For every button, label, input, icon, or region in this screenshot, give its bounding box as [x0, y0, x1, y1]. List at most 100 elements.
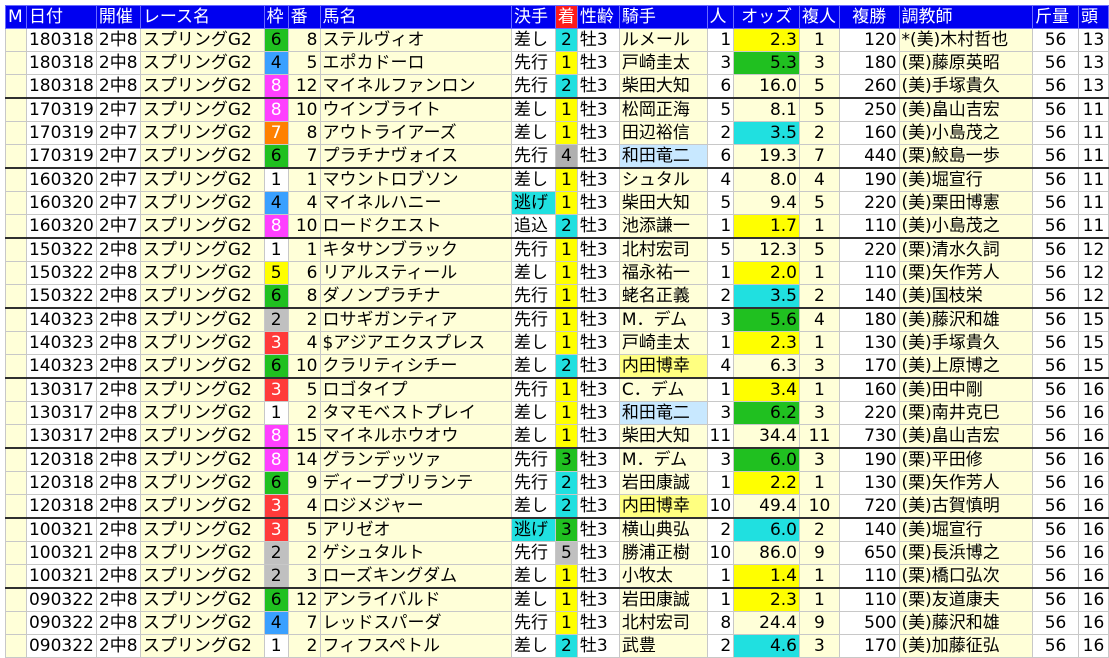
col-header-m[interactable]: M	[5, 5, 27, 29]
horse-name-cell: グランデッツァ	[319, 447, 513, 472]
fukusho-cell: 650	[838, 541, 900, 565]
jockey-cell: 戸崎圭太	[618, 331, 708, 355]
chaku-cell: 1	[554, 307, 578, 332]
kinryo-cell: 56	[1032, 471, 1079, 495]
col-header-seirei[interactable]: 性齢	[576, 5, 620, 29]
table-row[interactable]: 140323 2中8 スプリングG2 2 2 ロサギガンティア 先行 1 牡3 M．デム 3 5.6 4…	[5, 307, 1109, 332]
venue-cell: 2中8	[95, 447, 141, 472]
table-row[interactable]: 100321 2中8 スプリングG2 2 3 ローズキングダム 差し 1 牡3 小牧太 1 1.4 1 1…	[5, 564, 1109, 589]
col-header-venue[interactable]: 開催	[95, 5, 141, 29]
col-header-date[interactable]: 日付	[25, 5, 97, 29]
fukusho-ninki-cell: 3	[798, 354, 840, 379]
tousu-cell: 16	[1077, 401, 1109, 425]
chaku-cell: 1	[554, 51, 578, 75]
kimete-cell: 差し	[511, 121, 556, 145]
kimete-cell: 先行	[511, 307, 556, 332]
col-header-waku[interactable]: 枠	[263, 5, 289, 29]
table-row[interactable]: 090322 2中8 スプリングG2 4 7 レッドスパーダ 先行 1 牡3 北村宏司 8 24.4 9…	[5, 611, 1109, 635]
table-row[interactable]: 160320 2中7 スプリングG2 1 1 マウントロブソン 差し 1 牡3 シュタル 4 8.0 4…	[5, 167, 1109, 192]
horse-name-cell: ダノンプラチナ	[319, 284, 513, 309]
table-row[interactable]: 120318 2中8 スプリングG2 6 9 ディープブリランテ 先行 2 牡3 岩田康誠 1 2.2…	[5, 471, 1109, 495]
ban-cell: 15	[287, 424, 321, 449]
kinryo-cell: 56	[1032, 214, 1079, 239]
table-row[interactable]: 150322 2中8 スプリングG2 1 1 キタサンブラック 先行 1 牡3 北村宏司 5 12.3…	[5, 237, 1109, 262]
waku-cell: 1	[263, 167, 289, 192]
table-row[interactable]: 120318 2中8 スプリングG2 8 14 グランデッツァ 先行 3 牡3 M．デム 3 6.0 3…	[5, 447, 1109, 472]
fukusho-ninki-cell: 1	[798, 564, 840, 589]
table-row[interactable]: 100321 2中8 スプリングG2 3 5 アリゼオ 逃げ 3 牡3 横山典弘 2 6.0 2 140(…	[5, 517, 1109, 542]
horse-name-cell: エポカドーロ	[319, 51, 513, 75]
col-header-tousu[interactable]: 頭	[1077, 5, 1109, 29]
col-header-fukusho[interactable]: 複勝	[838, 5, 900, 29]
seirei-cell: 牡3	[576, 354, 620, 379]
table-row[interactable]: 170319 2中7 スプリングG2 8 10 ウインブライト 差し 1 牡3 松岡正海 5 8.1 5…	[5, 97, 1109, 122]
chaku-cell: 1	[554, 611, 578, 635]
table-row[interactable]: 130317 2中8 スプリングG2 1 2 タマモベストプレイ 差し 1 牡3 和田竜二 3 6.2…	[5, 401, 1109, 425]
ban-cell: 5	[287, 377, 321, 402]
m-cell	[5, 564, 27, 589]
table-row[interactable]: 170319 2中7 スプリングG2 6 7 プラチナヴォイス 先行 4 牡3 和田竜二 6 19.3…	[5, 144, 1109, 169]
kinryo-cell: 56	[1032, 424, 1079, 449]
table-row[interactable]: 140323 2中8 スプリングG2 6 10 クラリティシチー 差し 2 牡3 内田博幸 4 6.3…	[5, 354, 1109, 379]
table-row[interactable]: 160320 2中7 スプリングG2 4 4 マイネルハニー 逃げ 1 牡3 柴田大知 5 9.4 5 2…	[5, 191, 1109, 215]
tousu-cell: 11	[1077, 121, 1109, 145]
m-cell	[5, 74, 27, 99]
col-header-kinryo[interactable]: 斤量	[1032, 5, 1079, 29]
m-cell	[5, 611, 27, 635]
jockey-cell: 北村宏司	[618, 611, 708, 635]
jockey-cell: 福永祐一	[618, 261, 708, 285]
col-header-fukusho-ninki[interactable]: 複人	[798, 5, 840, 29]
col-header-horse[interactable]: 馬名	[319, 5, 513, 29]
kinryo-cell: 56	[1032, 191, 1079, 215]
col-header-odds[interactable]: オッズ	[733, 5, 800, 29]
ninki-cell: 2	[706, 517, 735, 542]
fukusho-ninki-cell: 9	[798, 611, 840, 635]
table-row[interactable]: 180318 2中8 スプリングG2 8 12 マイネルファンロン 先行 2 牡3 柴田大知 6 16…	[5, 74, 1109, 99]
venue-cell: 2中7	[95, 144, 141, 169]
seirei-cell: 牡3	[576, 634, 620, 658]
table-row[interactable]: 170319 2中7 スプリングG2 7 8 アウトライアーズ 差し 1 牡3 田辺裕信 2 3.5 2…	[5, 121, 1109, 145]
table-row[interactable]: 150322 2中8 スプリングG2 6 8 ダノンプラチナ 先行 1 牡3 蛯名正義 2 3.5 2 1…	[5, 284, 1109, 309]
kinryo-cell: 56	[1032, 354, 1079, 379]
col-header-chaku[interactable]: 着	[554, 5, 578, 29]
waku-cell: 6	[263, 471, 289, 495]
table-row[interactable]: 100321 2中8 スプリングG2 2 2 ゲシュタルト 先行 5 牡3 勝浦正樹 10 86.0 9…	[5, 541, 1109, 565]
kimete-cell: 差し	[511, 401, 556, 425]
odds-cell: 34.4	[733, 424, 800, 449]
table-row[interactable]: 180318 2中8 スプリングG2 6 8 ステルヴィオ 差し 2 牡3 ルメール 1 2.3 1 12…	[5, 28, 1109, 52]
table-row[interactable]: 150322 2中8 スプリングG2 5 6 リアルスティール 差し 1 牡3 福永祐一 1 2.0 1…	[5, 261, 1109, 285]
col-header-race[interactable]: レース名	[139, 5, 265, 29]
chaku-cell: 2	[554, 28, 578, 52]
waku-cell: 3	[263, 494, 289, 519]
table-row[interactable]: 130317 2中8 スプリングG2 3 5 ロゴタイプ 先行 1 牡3 C．デム 1 3.4 1 160…	[5, 377, 1109, 402]
race-name-cell: スプリングG2	[139, 28, 265, 52]
date-cell: 170319	[25, 97, 97, 122]
horse-name-cell: ロジメジャー	[319, 494, 513, 519]
ninki-cell: 10	[706, 541, 735, 565]
m-cell	[5, 494, 27, 519]
waku-cell: 6	[263, 28, 289, 52]
table-row[interactable]: 130317 2中8 スプリングG2 8 15 マイネルホウオウ 差し 1 牡3 柴田大知 11 34…	[5, 424, 1109, 449]
table-row[interactable]: 090322 2中8 スプリングG2 1 2 フィフスペトル 差し 2 牡3 武豊 2 4.6 3 170…	[5, 634, 1109, 658]
date-cell: 150322	[25, 284, 97, 309]
horse-name-cell: マイネルハニー	[319, 191, 513, 215]
kinryo-cell: 56	[1032, 307, 1079, 332]
col-header-ninki[interactable]: 人	[706, 5, 735, 29]
col-header-trainer[interactable]: 調教師	[898, 5, 1034, 29]
table-row[interactable]: 160320 2中7 スプリングG2 8 10 ロードクエスト 追込 2 牡3 池添謙一 1 1.7 1…	[5, 214, 1109, 239]
m-cell	[5, 144, 27, 169]
date-cell: 170319	[25, 144, 97, 169]
ninki-cell: 5	[706, 97, 735, 122]
col-header-kimete[interactable]: 決手	[511, 5, 556, 29]
waku-cell: 8	[263, 74, 289, 99]
table-row[interactable]: 140323 2中8 スプリングG2 3 4 $アジアエクスプレス 差し 1 牡3 戸崎圭太 1 2.…	[5, 331, 1109, 355]
table-row[interactable]: 180318 2中8 スプリングG2 4 5 エポカドーロ 先行 1 牡3 戸崎圭太 3 5.3 3 18…	[5, 51, 1109, 75]
chaku-cell: 1	[554, 167, 578, 192]
col-header-ban[interactable]: 番	[287, 5, 321, 29]
table-row[interactable]: 120318 2中8 スプリングG2 3 4 ロジメジャー 差し 2 牡3 内田博幸 10 49.4 1…	[5, 494, 1109, 519]
col-header-jockey[interactable]: 騎手	[618, 5, 708, 29]
table-row[interactable]: 090322 2中8 スプリングG2 6 12 アンライバルド 差し 1 牡3 岩田康誠 1 2.3 1…	[5, 587, 1109, 612]
fukusho-ninki-cell: 1	[798, 587, 840, 612]
odds-cell: 3.4	[733, 377, 800, 402]
seirei-cell: 牡3	[576, 564, 620, 589]
